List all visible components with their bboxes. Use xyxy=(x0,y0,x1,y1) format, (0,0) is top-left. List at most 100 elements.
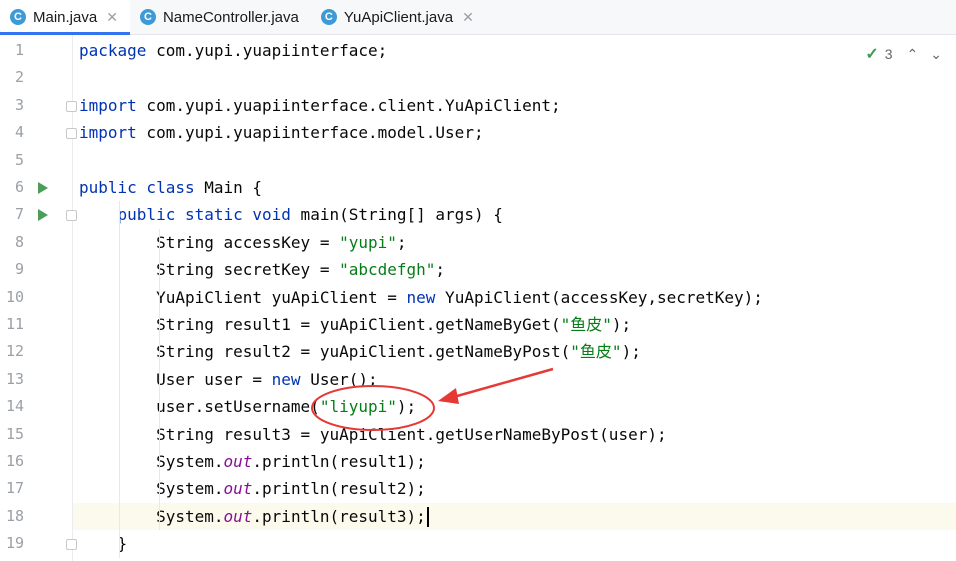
code-text: package com.yupi.yuapiinterface; xyxy=(79,37,387,64)
code-text: import com.yupi.yuapiinterface.model.Use… xyxy=(79,119,484,146)
keyword-token: public class xyxy=(79,178,195,197)
close-icon[interactable]: ✕ xyxy=(462,9,474,26)
code-line[interactable]: String result1 = yuApiClient.getNameByGe… xyxy=(73,311,956,338)
code-line[interactable]: import com.yupi.yuapiinterface.client.Yu… xyxy=(73,92,956,119)
code-line[interactable]: public static void main(String[] args) { xyxy=(73,201,956,228)
code-text: public class Main { xyxy=(79,174,262,201)
code-editor[interactable]: package com.yupi.yuapiinterface; import c… xyxy=(73,35,956,561)
keyword-token: import xyxy=(79,95,137,115)
code-text: String result3 = yuApiClient.getUserName… xyxy=(79,421,667,448)
line-number: 14 xyxy=(5,397,24,416)
code-token: .println(result3); xyxy=(252,506,426,526)
text-cursor xyxy=(426,507,429,528)
line-number: 11 xyxy=(5,315,24,333)
code-text: String result2 = yuApiClient.getNameByPo… xyxy=(79,338,641,365)
code-token: .println(result2); xyxy=(252,479,426,499)
code-token: String secretKey = xyxy=(79,260,340,280)
code-line[interactable]: String secretKey = "abcdefgh"; xyxy=(73,256,956,283)
code-line[interactable]: String result2 = yuApiClient.getNameByPo… xyxy=(73,338,956,365)
code-line[interactable]: String accessKey = "yupi"; xyxy=(73,229,956,256)
line-number: 7 xyxy=(14,205,24,224)
code-token: user.setUsername( xyxy=(79,397,320,417)
code-line[interactable]: System.out.println(result2); xyxy=(73,475,956,502)
tab-label: YuApiClient.java xyxy=(343,8,454,26)
code-text: System.out.println(result3); xyxy=(79,503,429,530)
code-token: User(); xyxy=(300,369,378,389)
line-number: 6 xyxy=(14,178,24,196)
java-class-icon: C xyxy=(320,9,337,25)
tab-1[interactable]: C NameController.java xyxy=(130,0,311,34)
code-line[interactable]: } xyxy=(73,530,956,557)
tab-label: NameController.java xyxy=(162,8,299,26)
code-text: String secretKey = "abcdefgh"; xyxy=(79,256,445,283)
code-token: User user = xyxy=(79,369,272,389)
indent-guide xyxy=(159,228,160,531)
code-text: public static void main(String[] args) { xyxy=(79,201,503,228)
code-token: System. xyxy=(79,506,224,526)
code-token: com.yupi.yuapiinterface.client.YuApiClie… xyxy=(136,95,561,115)
code-text: String accessKey = "yupi"; xyxy=(79,229,407,256)
code-token: com.yupi.yuapiinterface.model.User; xyxy=(136,123,484,143)
code-token: String result2 = yuApiClient.getNameByPo… xyxy=(79,342,571,362)
code-text: YuApiClient yuApiClient = new YuApiClien… xyxy=(79,284,763,311)
string-token: "liyupi" xyxy=(319,397,397,417)
keyword-token: package xyxy=(79,41,147,60)
code-text: user.setUsername("liyupi"); xyxy=(79,393,416,420)
code-token: ); xyxy=(621,342,641,362)
keyword-token: new xyxy=(271,369,301,389)
code-line[interactable]: package com.yupi.yuapiinterface; xyxy=(73,37,956,64)
keyword-token: public static void xyxy=(117,205,291,225)
code-token: main(String[] args) { xyxy=(290,205,503,225)
java-class-icon: C xyxy=(139,9,156,25)
code-line[interactable]: String result3 = yuApiClient.getUserName… xyxy=(73,421,956,448)
line-number: 10 xyxy=(5,287,24,306)
java-class-icon: C xyxy=(10,9,26,25)
code-line[interactable] xyxy=(73,64,956,91)
code-line[interactable]: System.out.println(result3); xyxy=(73,502,956,531)
line-number: 8 xyxy=(14,232,24,251)
line-number: 9 xyxy=(14,260,24,279)
string-token: "yupi" xyxy=(339,232,397,252)
keyword-token: import xyxy=(79,123,137,143)
code-token: ; xyxy=(396,232,407,252)
code-line[interactable]: public class Main { xyxy=(73,174,956,201)
line-number: 2 xyxy=(14,68,24,87)
code-token: String result1 = yuApiClient.getNameByGe… xyxy=(79,315,561,334)
code-text: System.out.println(result1); xyxy=(79,448,426,475)
code-token: ); xyxy=(611,315,632,334)
line-number: 3 xyxy=(14,95,24,114)
code-token: YuApiClient(accessKey,secretKey); xyxy=(435,287,763,307)
line-number-gutter: 1 2 3 4 5 6 7 8 9 10 11 12 13 14 15 16 17 18 19 xyxy=(0,35,77,561)
code-text: User user = new User(); xyxy=(79,366,378,393)
code-token: ); xyxy=(396,397,417,417)
code-text: import com.yupi.yuapiinterface.client.Yu… xyxy=(79,92,561,119)
string-token: "鱼皮" xyxy=(560,315,612,334)
code-token: YuApiClient yuApiClient = xyxy=(79,287,407,307)
code-line[interactable]: YuApiClient yuApiClient = new YuApiClien… xyxy=(73,284,956,311)
line-number: 4 xyxy=(14,123,24,142)
code-line[interactable]: user.setUsername("liyupi"); xyxy=(73,393,956,420)
run-icon[interactable] xyxy=(38,182,48,194)
code-token: Main { xyxy=(194,178,263,197)
code-token: System. xyxy=(79,452,224,471)
tab-0[interactable]: C Main.java ✕ xyxy=(0,0,130,35)
code-text: System.out.println(result2); xyxy=(79,475,426,502)
line-number: 1 xyxy=(14,41,24,59)
close-icon[interactable]: ✕ xyxy=(106,9,118,26)
line-number: 18 xyxy=(5,506,24,525)
code-token: com.yupi.yuapiinterface; xyxy=(146,41,388,60)
code-token: String result3 = yuApiClient.getUserName… xyxy=(79,424,667,444)
code-line[interactable] xyxy=(73,147,956,174)
editor-tab-bar: C Main.java ✕ C NameController.java C YuApiCli… xyxy=(0,0,956,35)
string-token: "abcdefgh" xyxy=(339,260,436,280)
field-token: out xyxy=(223,452,253,471)
line-number: 16 xyxy=(5,452,24,470)
code-line[interactable]: import com.yupi.yuapiinterface.model.Use… xyxy=(73,119,956,146)
run-icon[interactable] xyxy=(38,209,48,222)
code-text: String result1 = yuApiClient.getNameByGe… xyxy=(79,311,631,338)
code-line[interactable]: System.out.println(result1); xyxy=(73,448,956,475)
code-line[interactable]: User user = new User(); xyxy=(73,366,956,393)
line-number: 15 xyxy=(5,424,24,443)
tab-2[interactable]: C YuApiClient.java ✕ xyxy=(311,0,486,34)
